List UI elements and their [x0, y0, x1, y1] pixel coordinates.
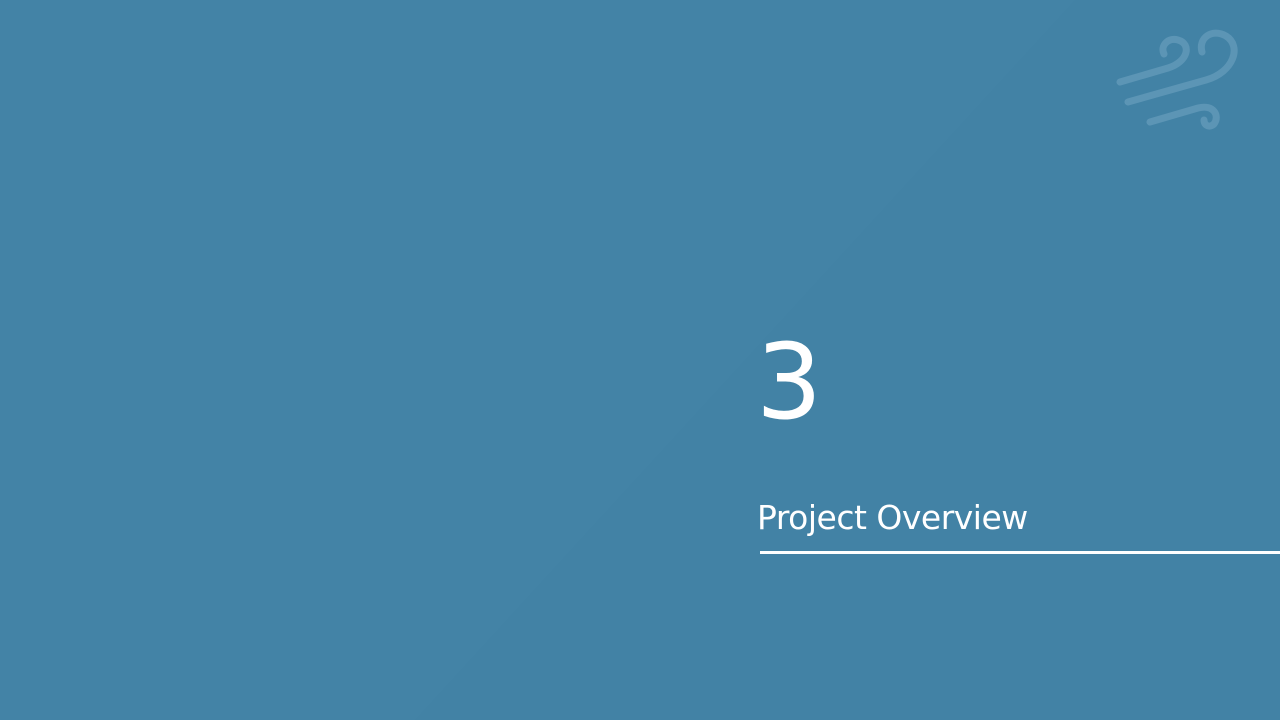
- wind-icon: [1116, 29, 1238, 130]
- section-divider-slide: 3 Project Overview: [0, 0, 1280, 720]
- title-underline: [760, 551, 1280, 554]
- section-number: 3: [756, 321, 823, 443]
- section-title: Project Overview: [757, 498, 1028, 537]
